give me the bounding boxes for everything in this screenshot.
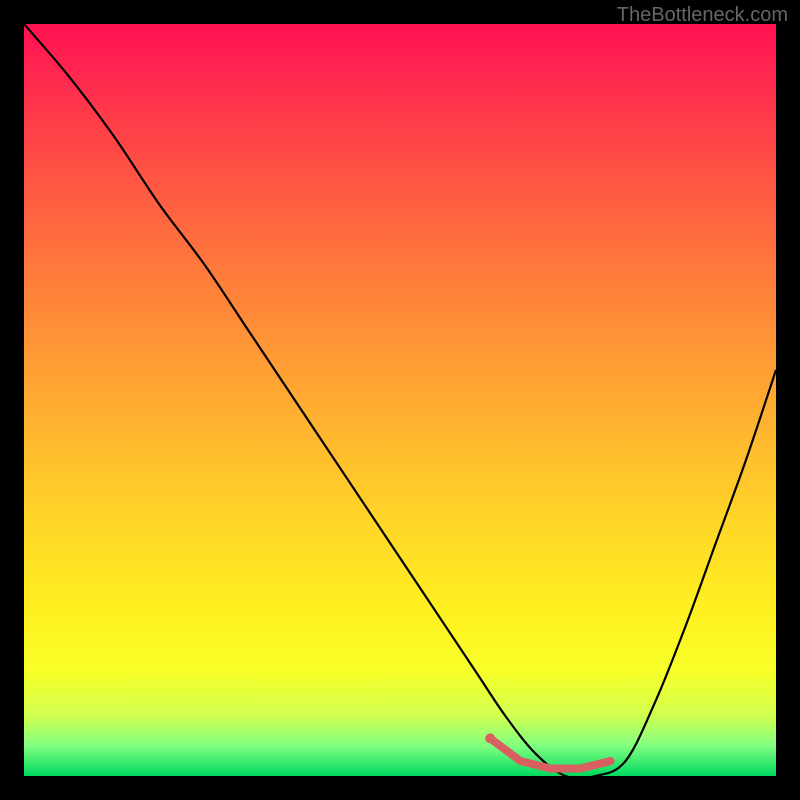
chart-svg xyxy=(24,24,776,776)
optimal-highlight-segment xyxy=(490,738,610,768)
chart-plot-area xyxy=(24,24,776,776)
watermark-text: TheBottleneck.com xyxy=(617,4,788,27)
highlight-start-dot xyxy=(485,733,495,743)
main-bottleneck-curve xyxy=(24,24,776,776)
